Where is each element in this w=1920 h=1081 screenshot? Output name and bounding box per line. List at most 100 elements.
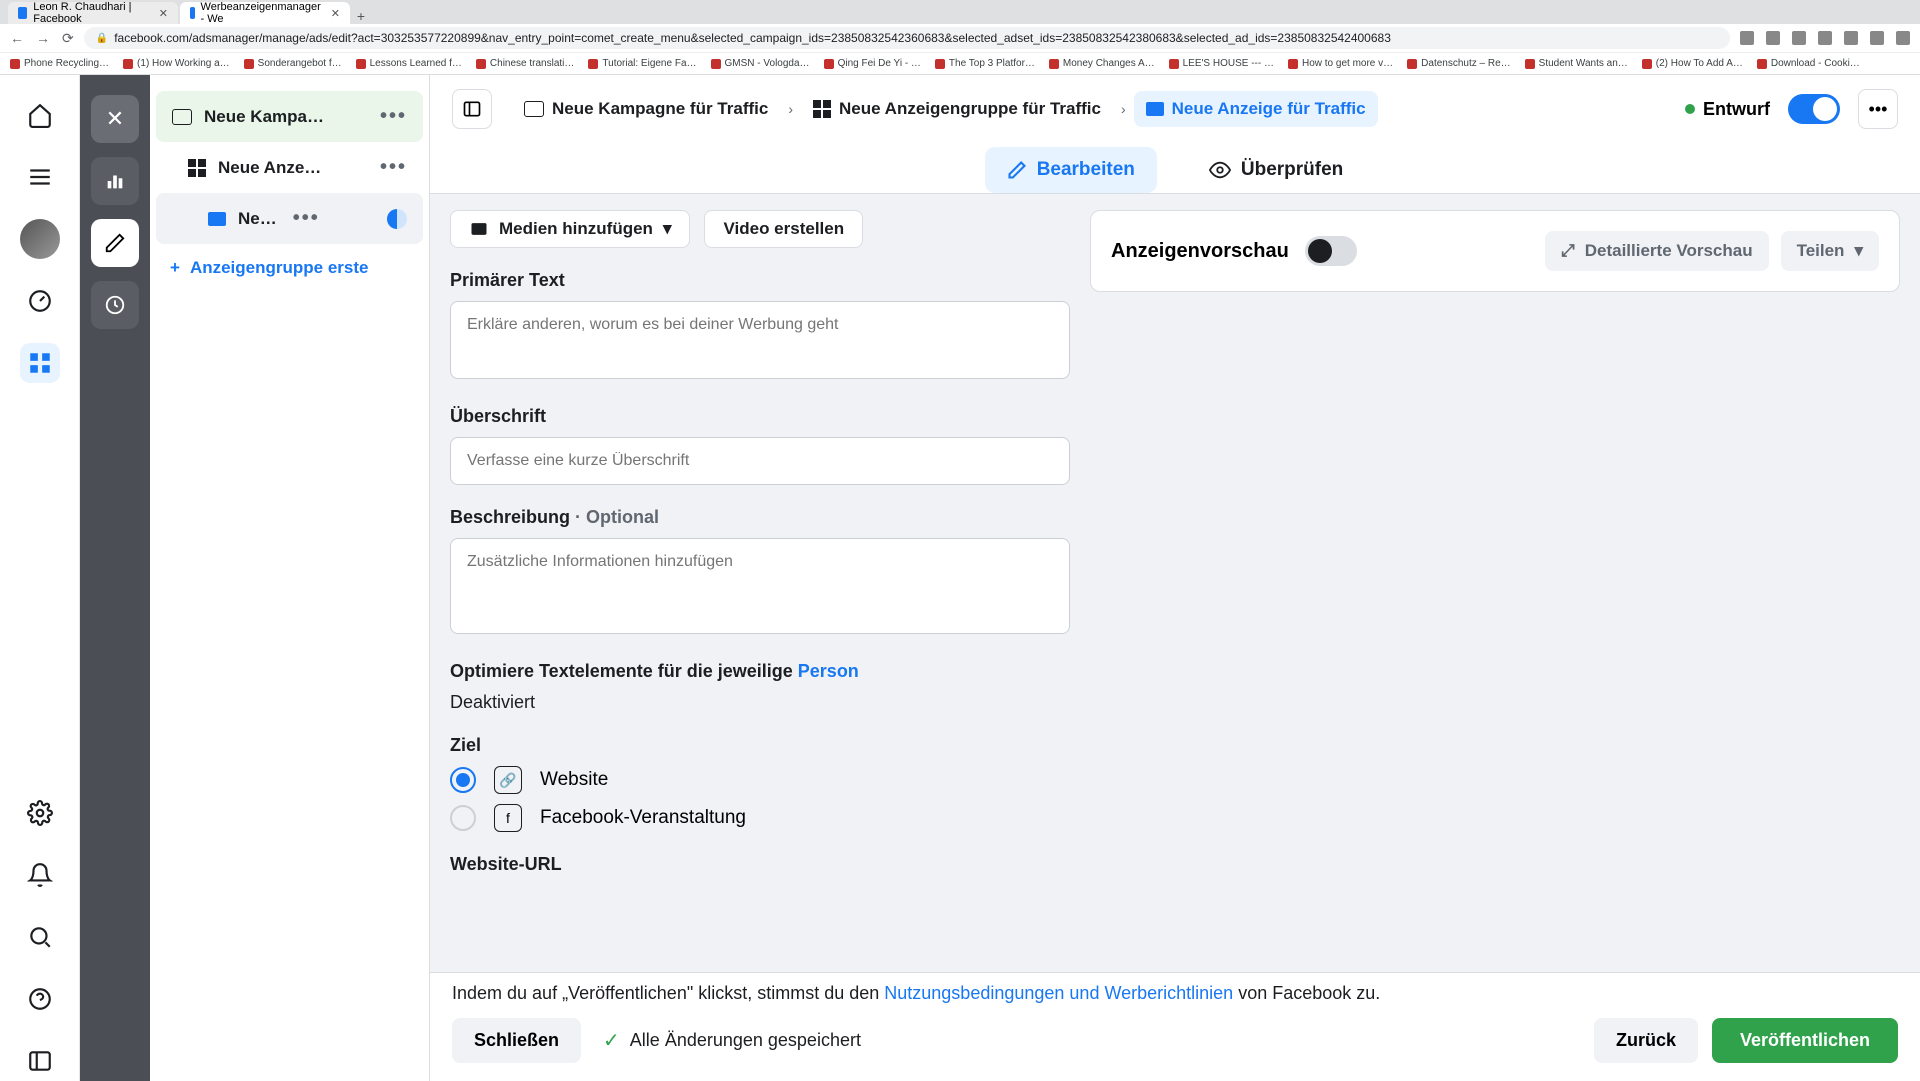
tree-ad[interactable]: Ne…•••	[156, 193, 423, 244]
terms-link[interactable]: Nutzungsbedingungen und Werberichtlinien	[884, 983, 1233, 1003]
bell-icon[interactable]	[20, 855, 60, 895]
more-icon[interactable]: •••	[293, 207, 320, 230]
url-text: facebook.com/adsmanager/manage/ads/edit?…	[114, 31, 1391, 45]
help-icon[interactable]	[20, 979, 60, 1019]
menu-icon[interactable]	[20, 157, 60, 197]
bookmark-item[interactable]: Download - Cooki…	[1757, 58, 1860, 69]
avatar[interactable]	[20, 219, 60, 259]
share-button[interactable]: Teilen▾	[1781, 231, 1879, 271]
bookmark-item[interactable]: The Top 3 Platfor…	[935, 58, 1035, 69]
url-bar[interactable]: 🔒facebook.com/adsmanager/manage/ads/edit…	[84, 27, 1730, 49]
headline-label: Überschrift	[450, 406, 1070, 427]
saved-indicator: ✓Alle Änderungen gespeichert	[603, 1028, 861, 1053]
browser-tab[interactable]: Leon R. Chaudhari | Facebook ✕	[8, 2, 178, 24]
terms-text: Indem du auf „Veröffentlichen" klickst, …	[452, 983, 1898, 1004]
close-button[interactable]: Schließen	[452, 1018, 581, 1063]
chevron-down-icon: ▾	[1854, 241, 1863, 261]
back-icon[interactable]: ←	[10, 30, 24, 47]
target-website-radio[interactable]: 🔗 Website	[450, 766, 1070, 794]
forward-icon[interactable]: →	[36, 30, 50, 47]
primary-text-label: Primärer Text	[450, 270, 1070, 291]
ext-icon[interactable]	[1766, 31, 1780, 45]
ext-icon[interactable]	[1818, 31, 1832, 45]
form-column: Medien hinzufügen▾ Video erstellen Primä…	[450, 210, 1070, 1081]
tab-review[interactable]: Überprüfen	[1187, 147, 1365, 193]
collapse-icon[interactable]	[20, 1041, 60, 1081]
bottom-bar: Indem du auf „Veröffentlichen" klickst, …	[430, 972, 1920, 1081]
active-toggle[interactable]	[1788, 94, 1840, 124]
bookmark-item[interactable]: Phone Recycling…	[10, 58, 109, 69]
add-adset-button[interactable]: +Anzeigengruppe erste	[150, 244, 429, 292]
bookmark-item[interactable]: Sonderangebot f…	[244, 58, 342, 69]
search-icon[interactable]	[20, 917, 60, 957]
status-indicator-icon	[387, 209, 407, 229]
browser-chrome: Leon R. Chaudhari | Facebook ✕ Werbeanzei…	[0, 0, 1920, 75]
reload-icon[interactable]: ⟳	[62, 30, 74, 47]
radio-icon	[450, 767, 476, 793]
breadcrumb-ad[interactable]: Neue Anzeige für Traffic	[1134, 91, 1378, 127]
tree-label: Neue Anze…	[218, 158, 321, 178]
bookmark-item[interactable]: How to get more v…	[1288, 58, 1393, 69]
bookmark-item[interactable]: Chinese translati…	[476, 58, 574, 69]
preview-column: Anzeigenvorschau ⤢Detaillierte Vorschau …	[1090, 210, 1900, 292]
bookmark-item[interactable]: LEE'S HOUSE --- …	[1169, 58, 1274, 69]
new-tab-button[interactable]: +	[352, 8, 370, 24]
home-icon[interactable]	[20, 95, 60, 135]
gear-icon[interactable]	[20, 793, 60, 833]
bookmark-item[interactable]: (1) How Working a…	[123, 58, 230, 69]
browser-tab[interactable]: Werbeanzeigenmanager - We✕	[180, 2, 350, 24]
grid-icon	[813, 100, 831, 118]
detailed-preview-button[interactable]: ⤢Detaillierte Vorschau	[1545, 231, 1768, 271]
bookmark-item[interactable]: GMSN - Vologda…	[711, 58, 810, 69]
more-icon[interactable]: •••	[380, 105, 407, 128]
secondary-nav: ✕	[80, 75, 150, 1081]
edit-icon[interactable]	[91, 219, 139, 267]
create-video-button[interactable]: Video erstellen	[704, 210, 863, 248]
description-label: Beschreibung · Optional	[450, 507, 1070, 528]
bookmark-item[interactable]: Tutorial: Eigene Fa…	[588, 58, 696, 69]
description-input[interactable]	[450, 538, 1070, 634]
tab-edit[interactable]: Bearbeiten	[985, 147, 1157, 193]
preview-toggle[interactable]	[1305, 236, 1357, 266]
person-link[interactable]: Person	[798, 661, 859, 681]
ext-icon[interactable]	[1792, 31, 1806, 45]
breadcrumb-campaign[interactable]: Neue Kampagne für Traffic	[512, 91, 780, 127]
extensions	[1740, 31, 1910, 45]
tab-title: Leon R. Chaudhari | Facebook	[33, 1, 149, 25]
panel-toggle-button[interactable]	[452, 89, 492, 129]
bookmark-item[interactable]: Lessons Learned f…	[356, 58, 462, 69]
bookmark-item[interactable]: Money Changes A…	[1049, 58, 1155, 69]
more-icon[interactable]: •••	[380, 156, 407, 179]
chart-icon[interactable]	[91, 157, 139, 205]
close-icon[interactable]: ✕	[159, 7, 168, 20]
target-label: Ziel	[450, 735, 1070, 756]
ext-icon[interactable]	[1870, 31, 1884, 45]
ext-icon[interactable]	[1896, 31, 1910, 45]
primary-text-input[interactable]	[450, 301, 1070, 379]
close-icon[interactable]: ✕	[331, 7, 340, 20]
bookmark-item[interactable]: Student Wants an…	[1525, 58, 1628, 69]
ext-icon[interactable]	[1844, 31, 1858, 45]
gauge-icon[interactable]	[20, 281, 60, 321]
add-media-button[interactable]: Medien hinzufügen▾	[450, 210, 690, 248]
preview-title: Anzeigenvorschau	[1111, 240, 1289, 263]
ext-icon[interactable]	[1740, 31, 1754, 45]
history-icon[interactable]	[91, 281, 139, 329]
more-button[interactable]: •••	[1858, 89, 1898, 129]
main-header: Neue Kampagne für Traffic › Neue Anzeige…	[430, 75, 1920, 194]
close-button[interactable]: ✕	[91, 95, 139, 143]
grid-icon[interactable]	[20, 343, 60, 383]
back-button[interactable]: Zurück	[1594, 1018, 1698, 1063]
target-event-radio[interactable]: f Facebook-Veranstaltung	[450, 804, 1070, 832]
breadcrumb-adset[interactable]: Neue Anzeigengruppe für Traffic	[801, 91, 1113, 127]
headline-input[interactable]	[450, 437, 1070, 485]
radio-icon	[450, 805, 476, 831]
publish-button[interactable]: Veröffentlichen	[1712, 1018, 1898, 1063]
tree-campaign[interactable]: Neue Kampa… •••	[156, 91, 423, 142]
main-area: Neue Kampagne für Traffic › Neue Anzeige…	[430, 75, 1920, 1081]
bookmark-item[interactable]: Datenschutz – Re…	[1407, 58, 1511, 69]
bookmark-item[interactable]: (2) How To Add A…	[1642, 58, 1743, 69]
bookmark-item[interactable]: Qing Fei De Yi - …	[824, 58, 921, 69]
tree-adset[interactable]: Neue Anze… •••	[156, 142, 423, 193]
check-icon: ✓	[603, 1028, 620, 1053]
